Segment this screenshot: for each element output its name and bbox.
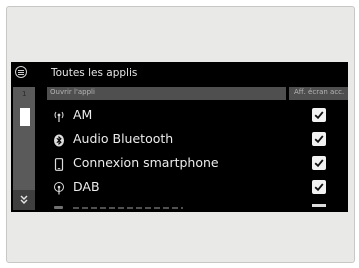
column-header-display: Aff. écran acc. — [289, 87, 348, 100]
page-number: 1 — [22, 90, 27, 98]
column-header-app: Ouvrir l'appli — [47, 87, 286, 100]
home-display-checkbox[interactable] — [312, 204, 326, 207]
home-display-checkbox[interactable] — [312, 108, 326, 122]
home-display-checkbox[interactable] — [312, 156, 326, 170]
list-item[interactable]: AM — [47, 104, 348, 128]
smartphone-icon — [53, 158, 65, 171]
column-header-display-label: Aff. écran acc. — [294, 88, 345, 96]
scrollbar[interactable]: 1 — [13, 87, 35, 210]
menu-icon[interactable] — [15, 66, 27, 78]
list-item[interactable]: Connexion smartphone — [47, 152, 348, 176]
list-item-label: DAB — [73, 179, 100, 194]
bluetooth-icon — [53, 134, 65, 147]
home-display-checkbox[interactable] — [312, 132, 326, 146]
list-item-label: Audio Bluetooth — [73, 131, 174, 146]
scroll-down-button[interactable] — [13, 190, 35, 210]
scroll-thumb[interactable] — [20, 108, 30, 126]
list-item-label: AM — [73, 107, 93, 122]
list-item-partial[interactable] — [47, 203, 348, 212]
list-item[interactable]: DAB — [47, 176, 348, 200]
home-display-checkbox[interactable] — [312, 180, 326, 194]
page-title: Toutes les applis — [51, 67, 138, 79]
app-list-screen: Toutes les applis Ouvrir l'appli Aff. éc… — [11, 62, 348, 212]
app-icon — [54, 206, 63, 209]
radio-antenna-icon — [53, 182, 65, 195]
list-item-label-cut-off — [73, 207, 183, 209]
double-chevron-down-icon — [20, 195, 28, 204]
list-item-label: Connexion smartphone — [73, 155, 219, 170]
list-item[interactable]: Audio Bluetooth — [47, 128, 348, 152]
column-header-app-label: Ouvrir l'appli — [50, 88, 95, 96]
top-bar: Toutes les applis — [11, 62, 348, 84]
radio-antenna-icon — [53, 110, 65, 123]
